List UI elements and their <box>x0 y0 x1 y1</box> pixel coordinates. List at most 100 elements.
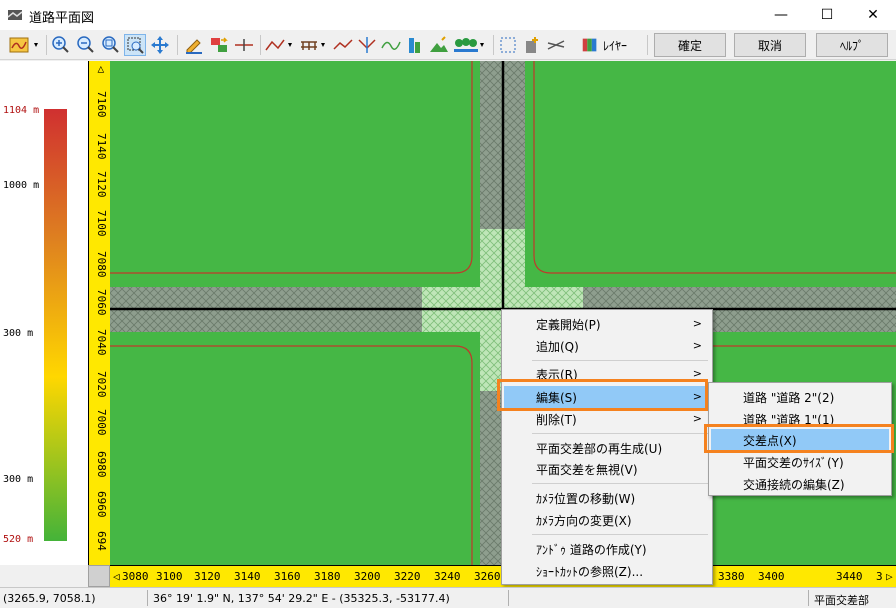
submenu-arrow-icon: > <box>692 412 702 425</box>
menu-item-delete[interactable]: 削除(T) > <box>504 408 710 430</box>
line-icon[interactable] <box>332 34 354 56</box>
ruler-arrow-left[interactable]: ◁ <box>113 570 120 583</box>
menu-item-undo-road[interactable]: ｱﾝﾄﾞｩ 道路の作成(Y) <box>504 538 710 560</box>
menu-item-move-camera[interactable]: ｶﾒﾗ位置の移動(W) <box>504 487 710 509</box>
confirm-button[interactable]: 確定 <box>654 33 726 57</box>
add-object-icon[interactable] <box>521 34 543 56</box>
menu-item-label: 道路 "道路 2"(2) <box>743 390 835 405</box>
highlight-box-edit <box>497 379 708 411</box>
cut-icon[interactable] <box>545 34 567 56</box>
ruler-tick-label: 3120 <box>194 570 221 583</box>
help-button[interactable]: ﾍﾙﾌﾟ <box>816 33 888 57</box>
title-bar: 道路平面図 — ☐ ✕ <box>0 0 896 30</box>
app-icon <box>7 10 23 20</box>
close-button[interactable]: ✕ <box>850 0 896 30</box>
toolbar: ﾚｲﾔｰ 確定 取消 ﾍﾙﾌﾟ <box>0 30 896 60</box>
pan-icon[interactable] <box>149 34 171 56</box>
road-style-icon[interactable] <box>8 34 42 56</box>
menu-item-label: 定義開始(P) <box>536 317 601 332</box>
ruler-arrow-right[interactable]: ▷ <box>886 570 893 583</box>
vertical-ruler[interactable]: ◁ 7160 7140 7120 7100 7080 7060 7040 702… <box>88 61 110 565</box>
menu-item-camera-direction[interactable]: ｶﾒﾗ方向の変更(X) <box>504 509 710 531</box>
ruler-tick-label: 3440 <box>836 570 863 583</box>
zoom-in-icon[interactable] <box>50 34 72 56</box>
menu-item-label: 削除(T) <box>536 412 577 427</box>
zoom-window-icon[interactable] <box>124 34 146 56</box>
tree-icon[interactable] <box>452 34 488 56</box>
menu-item-label: 平面交差部の再生成(U) <box>536 441 663 456</box>
polyline-icon[interactable] <box>264 34 296 56</box>
cancel-button[interactable]: 取消 <box>734 33 806 57</box>
ruler-tick-label: 3260 <box>474 570 501 583</box>
ruler-tick-label: 3 <box>876 570 883 583</box>
legend-label: 300 m <box>3 328 34 339</box>
ruler-tick-label: 3100 <box>156 570 183 583</box>
menu-item-shortcuts[interactable]: ｼｮｰﾄｶｯﾄの参照(Z)... <box>504 560 710 582</box>
ruler-tick-label: 7040 <box>95 329 108 356</box>
menu-item-label: 交通接続の編集(Z) <box>743 477 845 492</box>
ruler-tick-label: 7140 <box>95 133 108 160</box>
ruler-tick-label: 7160 <box>95 91 108 118</box>
ruler-tick-label: 3240 <box>434 570 461 583</box>
ruler-tick-label: 7120 <box>95 171 108 198</box>
structure-icon[interactable] <box>298 34 330 56</box>
ruler-tick-label: 6980 <box>95 451 108 478</box>
intersect-icon[interactable] <box>356 34 378 56</box>
building-icon[interactable] <box>404 34 426 56</box>
zoom-fit-icon[interactable] <box>100 34 122 56</box>
convert-icon[interactable] <box>208 34 230 56</box>
menu-item-regenerate-intersection[interactable]: 平面交差部の再生成(U) <box>504 437 710 459</box>
ruler-tick-label: 7000 <box>95 409 108 436</box>
ruler-tick-label: 3200 <box>354 570 381 583</box>
elevation-legend: 1104 m 1000 m 300 m 300 m 520 m <box>0 61 88 565</box>
ruler-tick-label: 7080 <box>95 251 108 278</box>
menu-item-define-start[interactable]: 定義開始(P) > <box>504 313 710 335</box>
submenu-arrow-icon: > <box>692 317 702 330</box>
ruler-tick-label: 7100 <box>95 210 108 237</box>
highlight-box-intersection <box>704 424 894 453</box>
legend-label: 1000 m <box>3 180 40 191</box>
zoom-out-icon[interactable] <box>75 34 97 56</box>
ruler-tick-label: 6960 <box>95 491 108 518</box>
menu-item-label: ｼｮｰﾄｶｯﾄの参照(Z)... <box>536 564 644 579</box>
menu-item-ignore-intersection[interactable]: 平面交差を無視(V) <box>504 458 710 480</box>
select-rectangle-icon[interactable] <box>497 34 519 56</box>
elevation-colorbar <box>44 109 67 541</box>
ruler-tick-label: 694 <box>95 531 108 551</box>
ruler-tick-label: 3140 <box>234 570 261 583</box>
menu-item-label: ｶﾒﾗ方向の変更(X) <box>536 513 632 528</box>
minimize-button[interactable]: — <box>758 0 804 30</box>
legend-label: 520 m <box>3 534 34 545</box>
menu-item-label: 追加(Q) <box>536 339 579 354</box>
layer-label: ﾚｲﾔｰ <box>603 38 628 53</box>
curve-icon[interactable] <box>380 34 402 56</box>
ruler-tick-label: 7020 <box>95 371 108 398</box>
menu-item-label: ｱﾝﾄﾞｩ 道路の作成(Y) <box>536 542 647 557</box>
menu-item-label: ｶﾒﾗ位置の移動(W) <box>536 491 636 506</box>
ruler-tick-label: 3400 <box>758 570 785 583</box>
layer-icon <box>582 38 597 52</box>
status-latlon: 36° 19' 1.9" N, 137° 54' 29.2" E - (3532… <box>153 592 450 605</box>
ruler-tick-label: 3080 <box>122 570 149 583</box>
menu-item-label: 平面交差のｻｲｽﾞ(Y) <box>743 455 844 470</box>
status-bar: (3265.9, 7058.1) 36° 19' 1.9" N, 137° 54… <box>0 587 896 608</box>
submenu-item-traffic-connection[interactable]: 交通接続の編集(Z) <box>711 473 889 495</box>
maximize-button[interactable]: ☐ <box>804 0 850 30</box>
layer-button[interactable]: ﾚｲﾔｰ <box>580 34 627 56</box>
menu-item-add[interactable]: 追加(Q) > <box>504 335 710 357</box>
split-icon[interactable] <box>233 34 255 56</box>
ruler-arrow-up[interactable]: ◁ <box>95 66 108 73</box>
pencil-edit-icon[interactable] <box>183 34 205 56</box>
status-coordinates: (3265.9, 7058.1) <box>3 592 96 605</box>
submenu-item-intersection-size[interactable]: 平面交差のｻｲｽﾞ(Y) <box>711 451 889 473</box>
ruler-tick-label: 7060 <box>95 289 108 316</box>
window-title: 道路平面図 <box>29 11 95 26</box>
status-mode: 平面交差部 <box>814 594 869 607</box>
ruler-tick-label: 3220 <box>394 570 421 583</box>
terrain-icon[interactable] <box>428 34 450 56</box>
submenu-item-road-2[interactable]: 道路 "道路 2"(2) <box>711 386 889 408</box>
legend-label: 1104 m <box>3 105 40 116</box>
ruler-tick-label: 3180 <box>314 570 341 583</box>
submenu-arrow-icon: > <box>692 339 702 352</box>
ruler-tick-label: 3380 <box>718 570 745 583</box>
